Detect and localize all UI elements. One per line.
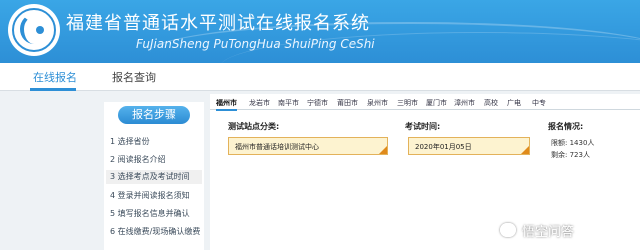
city-tab-sanming[interactable]: 三明市 [397, 98, 418, 108]
city-tabs: 福州市 龙岩市 南平市 宁德市 莆田市 泉州市 三明市 厦门市 漳州市 高校 广… [210, 94, 640, 111]
city-tab-putian[interactable]: 莆田市 [337, 98, 358, 108]
active-tab-indicator [30, 88, 76, 91]
city-tab-nanping[interactable]: 南平市 [278, 98, 299, 108]
dropdown-corner-icon [521, 146, 529, 154]
quota-text: 限额: 1430人 [551, 139, 595, 147]
registration-status-label: 报名情况: [548, 122, 584, 131]
exam-time-select[interactable]: 2020年01月05日 [408, 137, 530, 155]
header-banner: 福建省普通话水平测试在线报名系统 FuJianSheng PuTongHua S… [0, 0, 640, 63]
step-item: 2 阅读报名介绍 [110, 155, 166, 164]
exam-time-label: 考试时间: [405, 122, 441, 131]
watermark-text: 悟空问答 [522, 225, 575, 240]
site-category-select[interactable]: 福州市普通话培训测试中心 [228, 137, 388, 155]
tab-bar: 在线报名 报名查询 [0, 63, 640, 91]
step-item: 5 填写报名信息并确认 [110, 209, 190, 218]
city-tab-xiamen[interactable]: 厦门市 [426, 98, 447, 108]
steps-panel: 报名步骤 1 选择省份 2 阅读报名介绍 3 选择考点及考试时间 4 登录并阅读… [104, 102, 204, 250]
city-tab-ningde[interactable]: 宁德市 [307, 98, 328, 108]
dropdown-corner-icon [379, 146, 387, 154]
city-tab-fuzhou[interactable]: 福州市 [216, 98, 237, 111]
city-tab-longyan[interactable]: 龙岩市 [249, 98, 270, 108]
site-category-value: 福州市普通话培训测试中心 [235, 143, 319, 151]
main-panel: 福州市 龙岩市 南平市 宁德市 莆田市 泉州市 三明市 厦门市 漳州市 高校 广… [210, 94, 640, 250]
site-category-label: 测试站点分类: [228, 122, 280, 131]
exam-time-value: 2020年01月05日 [415, 143, 472, 151]
city-tab-guangdian[interactable]: 广电 [507, 98, 521, 108]
step-item: 4 登录并阅读报名须知 [110, 191, 190, 200]
remaining-text: 剩余: 723人 [551, 151, 590, 159]
steps-header: 报名步骤 [118, 106, 190, 124]
city-tab-zhongzhuan[interactable]: 中专 [532, 98, 546, 108]
step-item-active: 3 选择考点及考试时间 [106, 170, 202, 184]
site-subtitle: FuJianSheng PuTongHua ShuiPing CeShi [136, 37, 375, 51]
city-tab-gaoxiao[interactable]: 高校 [484, 98, 498, 108]
tab-online-registration[interactable]: 在线报名 [33, 69, 77, 85]
city-tab-quanzhou[interactable]: 泉州市 [367, 98, 388, 108]
tab-registration-query[interactable]: 报名查询 [112, 69, 156, 85]
step-item: 6 在线缴费/现场确认缴费 [110, 227, 201, 236]
step-item: 1 选择省份 [110, 137, 150, 146]
logo-icon [8, 4, 60, 56]
chat-bubble-icon [500, 223, 516, 237]
city-tab-zhangzhou[interactable]: 漳州市 [454, 98, 475, 108]
site-title: 福建省普通话水平测试在线报名系统 [66, 13, 370, 34]
